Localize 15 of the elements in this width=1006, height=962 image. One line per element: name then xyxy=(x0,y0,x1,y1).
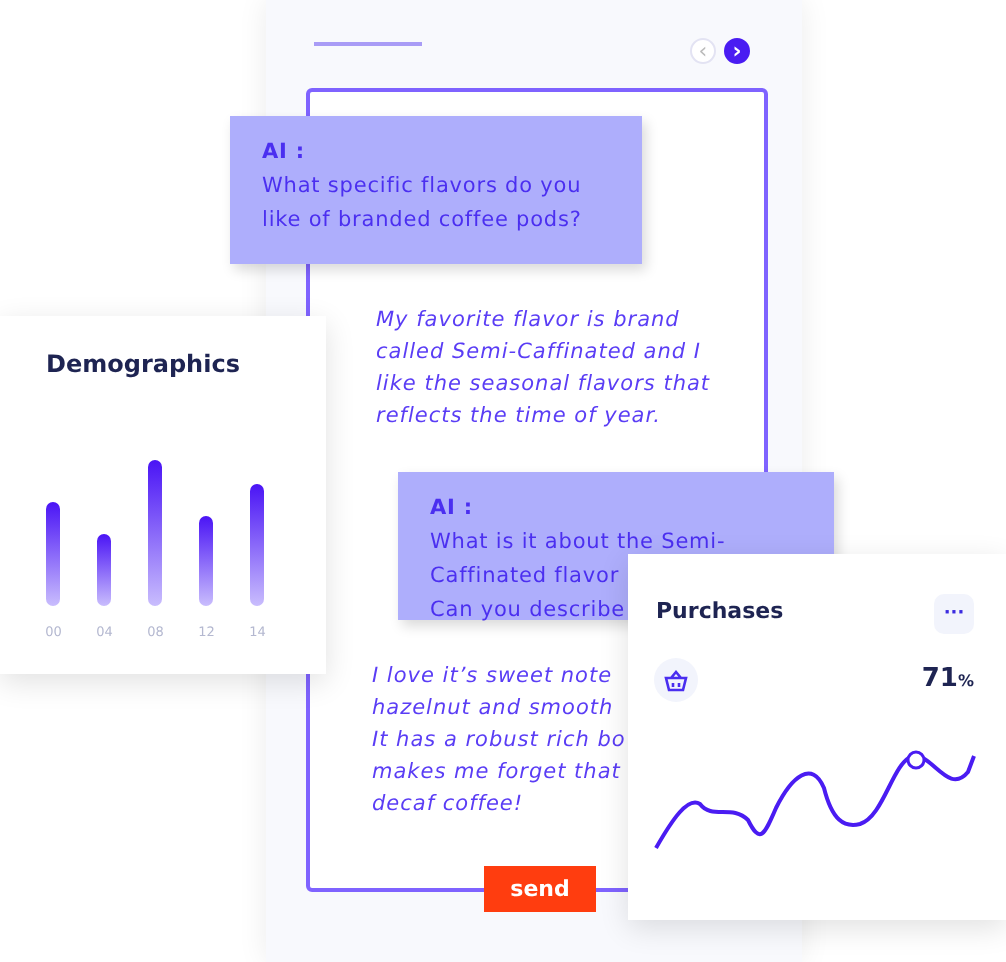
ai-message: AI : What specific flavors do you like of branded coffee pods? xyxy=(230,116,642,264)
card-title: Demographics xyxy=(46,350,240,378)
next-button[interactable]: › xyxy=(724,38,750,64)
user-message: My favorite flavor is brand called Semi-Caffinated and I like the seasonal flavors that reflects the time of year. xyxy=(376,306,711,432)
bar xyxy=(97,534,111,606)
more-button[interactable]: ··· xyxy=(934,594,974,634)
bar xyxy=(250,484,264,606)
bar xyxy=(199,516,213,606)
bar xyxy=(46,502,60,606)
percentage-value: 71% xyxy=(921,664,974,694)
card-title: Purchases xyxy=(656,598,784,624)
basket-icon xyxy=(654,658,698,702)
send-button[interactable]: send xyxy=(484,866,596,912)
header-line xyxy=(314,42,422,46)
user-message: I love it’s sweet note hazelnut and smooth It has a robust rich bo makes me forget that decaf coffee! xyxy=(372,662,626,820)
